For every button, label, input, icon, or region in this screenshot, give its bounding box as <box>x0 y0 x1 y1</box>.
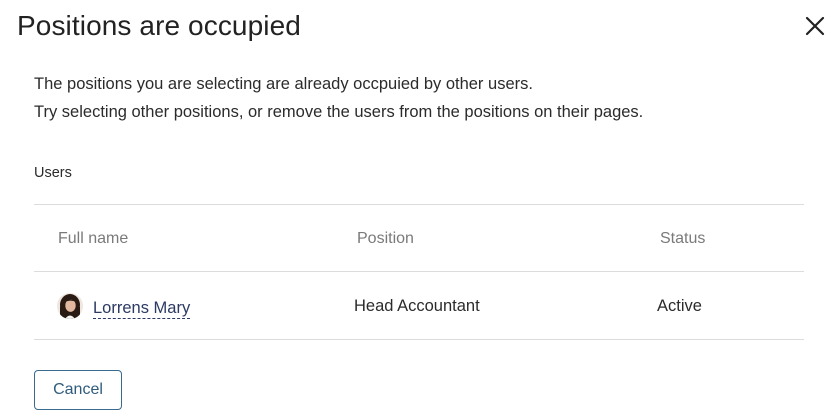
user-avatar <box>57 293 83 319</box>
users-section-label: Users <box>34 165 72 181</box>
column-header-full-name: Full name <box>58 230 129 247</box>
user-position: Head Accountant <box>354 297 480 315</box>
message-line-1: The positions you are selecting are alre… <box>34 75 533 93</box>
column-header-status: Status <box>660 230 706 247</box>
user-status: Active <box>657 297 702 315</box>
table-bottom-divider <box>34 339 804 340</box>
table-row: Lorrens Mary Head Accountant Active <box>34 272 804 339</box>
user-name-link[interactable]: Lorrens Mary <box>93 298 191 319</box>
dialog-message: The positions you are selecting are alre… <box>34 70 814 126</box>
dialog-title: Positions are occupied <box>17 10 301 41</box>
close-button[interactable] <box>800 11 830 41</box>
close-icon <box>805 16 825 36</box>
message-line-2: Try selecting other positions, or remove… <box>34 103 644 121</box>
users-table: Full name Position Status Lorrens Mary H… <box>34 204 804 340</box>
column-header-position: Position <box>357 230 414 247</box>
positions-occupied-dialog: Positions are occupied The positions you… <box>0 0 833 415</box>
cancel-button[interactable]: Cancel <box>34 370 122 410</box>
table-header: Full name Position Status <box>34 205 804 271</box>
